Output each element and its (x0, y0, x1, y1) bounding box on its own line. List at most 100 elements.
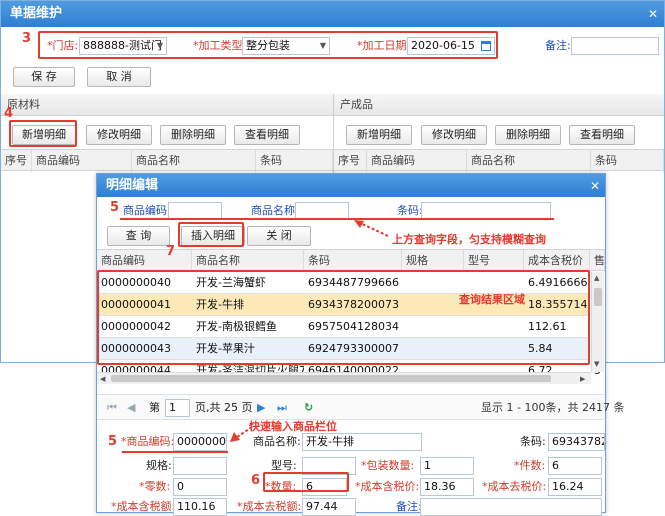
right-grid-header: 序号 商品编码 商品名称 条码 (334, 149, 664, 172)
cost-tax-amount-value: 110.16 (177, 500, 216, 513)
result-scrollbar[interactable]: ▲ ▼ (591, 272, 604, 372)
chevron-down-icon: ▼ (319, 41, 326, 50)
cell-barcode: 6934487799666 (308, 276, 399, 289)
cost-notax-amount-input[interactable]: 97.44 (302, 498, 356, 516)
qty-input[interactable]: 6 (302, 478, 347, 496)
next-page-icon[interactable]: ▶ (257, 400, 265, 416)
cost-tax-price-value: 18.36 (424, 480, 456, 493)
table-row[interactable]: 0000000043 开发-苹果汁 6924793300007 5.84 5 (97, 338, 601, 360)
model-input[interactable] (302, 457, 356, 475)
insert-detail-button[interactable]: 插入明细 (181, 226, 245, 246)
result-h-scrollbar[interactable]: ◀ ▶ (97, 372, 591, 384)
result-col-name[interactable]: 商品名称 (192, 250, 304, 272)
annotation-number-7: 7 (166, 244, 176, 259)
main-window-title: 单据维护 (1, 1, 664, 27)
cost-tax-price-input[interactable]: 18.36 (420, 478, 474, 496)
right-col-name[interactable]: 商品名称 (467, 150, 591, 172)
result-col-sale[interactable]: 售 (590, 250, 605, 272)
cell-name: 开发-南极银鳕鱼 (196, 320, 277, 333)
last-page-icon[interactable]: ⏭ (277, 400, 287, 416)
left-col-barcode[interactable]: 条码 (256, 150, 333, 172)
annotation-number-4: 4 (4, 106, 14, 121)
store-label: *门店: (47, 39, 79, 52)
main-close-icon[interactable]: ✕ (646, 7, 660, 21)
result-col-cost-tax-price[interactable]: 成本含税价 (524, 250, 590, 272)
dialog-title: 明细编辑 (97, 174, 605, 197)
left-col-seq[interactable]: 序号 (1, 150, 32, 172)
left-col-code[interactable]: 商品编码 (32, 150, 132, 172)
left-add-detail-button[interactable]: 新增明细 (12, 125, 76, 145)
name-input-value: 开发-牛排 (306, 435, 354, 448)
close-dialog-button[interactable]: 关 闭 (247, 226, 311, 246)
name-label: 商品名称: (253, 435, 301, 448)
annotation-number-5-bottom: 5 (108, 434, 118, 449)
table-row[interactable]: 0000000042 开发-南极银鳕鱼 6957504128034 112.61… (97, 316, 601, 338)
remark-input[interactable] (571, 37, 659, 55)
cost-notax-price-label: *成本去税价: (482, 480, 547, 493)
date-input-value: 2020-06-15 (411, 39, 475, 52)
cell-name: 开发-苹果汁 (196, 342, 255, 355)
pieces-input[interactable]: 6 (548, 457, 602, 475)
right-delete-detail-button[interactable]: 删除明细 (495, 125, 561, 145)
type-select[interactable]: 整分包装 ▼ (242, 37, 330, 55)
left-col-name[interactable]: 商品名称 (132, 150, 256, 172)
result-col-barcode[interactable]: 条码 (304, 250, 402, 272)
right-col-barcode[interactable]: 条码 (591, 150, 664, 172)
right-col-seq[interactable]: 序号 (334, 150, 367, 172)
calendar-icon[interactable] (481, 41, 491, 51)
right-view-detail-button[interactable]: 查看明细 (569, 125, 635, 145)
cost-notax-amount-label: *成本去税额: (237, 500, 302, 513)
cost-tax-amount-label: *成本含税额: (111, 500, 176, 513)
pager-summary: 显示 1 - 100条，共 2417 条 (481, 401, 625, 414)
cell-cost: 112.61 (528, 320, 567, 333)
annotation-underline-code (122, 451, 228, 453)
scroll-thumb[interactable] (594, 288, 602, 306)
save-button[interactable]: 保 存 (13, 67, 75, 87)
dialog-remark-input[interactable] (420, 498, 602, 516)
loose-input[interactable]: 0 (173, 478, 227, 496)
query-button[interactable]: 查 询 (107, 226, 170, 246)
annotation-number-5-top: 5 (110, 200, 120, 215)
scroll-up-icon[interactable]: ▲ (594, 274, 599, 282)
cell-barcode: 6934378200073 (308, 298, 399, 311)
cost-tax-amount-input[interactable]: 110.16 (173, 498, 227, 516)
code-input-value: 000000004 (177, 435, 226, 448)
cancel-button[interactable]: 取 消 (87, 67, 151, 87)
search-barcode-label: 条码: (397, 204, 423, 217)
barcode-input[interactable]: 693437820 (548, 433, 605, 451)
dialog-close-icon[interactable]: ✕ (588, 179, 602, 193)
refresh-icon[interactable]: ↻ (304, 400, 313, 416)
right-edit-detail-button[interactable]: 修改明细 (421, 125, 487, 145)
pieces-value: 6 (552, 459, 559, 472)
result-col-model[interactable]: 型号 (464, 250, 524, 272)
cell-code: 0000000041 (101, 298, 171, 311)
h-scroll-thumb[interactable] (111, 375, 551, 382)
spec-input[interactable] (173, 457, 227, 475)
cost-notax-price-input[interactable]: 16.24 (548, 478, 602, 496)
name-input[interactable]: 开发-牛排 (302, 433, 422, 451)
code-input[interactable]: 000000004 (173, 433, 227, 451)
store-select[interactable]: 888888-测试门 ▼ (79, 37, 167, 55)
pack-qty-input[interactable]: 1 (420, 457, 474, 475)
left-view-detail-button[interactable]: 查看明细 (234, 125, 300, 145)
annotation-search-hint: 上方查询字段，匀支持模糊查询 (392, 233, 546, 246)
scroll-down-icon[interactable]: ▼ (594, 360, 599, 368)
cell-code: 0000000043 (101, 342, 171, 355)
left-edit-detail-button[interactable]: 修改明细 (86, 125, 152, 145)
first-page-icon[interactable]: ⏮ (107, 400, 117, 416)
result-col-spec[interactable]: 规格 (402, 250, 464, 272)
cost-tax-price-label: *成本含税价: (355, 480, 420, 493)
search-name-label: 商品名称: (251, 204, 299, 217)
prev-page-icon[interactable]: ◀ (127, 400, 135, 416)
pager-page-input[interactable]: 1 (165, 399, 190, 417)
result-col-code[interactable]: 商品编码 (97, 250, 192, 272)
right-col-code[interactable]: 商品编码 (367, 150, 467, 172)
date-input[interactable]: 2020-06-15 (407, 37, 495, 55)
left-delete-detail-button[interactable]: 删除明细 (160, 125, 226, 145)
chevron-down-icon: ▼ (156, 41, 163, 50)
left-grid-header: 序号 商品编码 商品名称 条码 (1, 149, 333, 172)
barcode-input-value: 693437820 (552, 435, 604, 448)
right-add-detail-button[interactable]: 新增明细 (346, 125, 412, 145)
pager-bar: ⏮ ◀ 第 1 页,共 25 页 ▶ ⏭ ↻ 显示 1 - 100条，共 241… (97, 394, 624, 420)
cost-notax-price-value: 16.24 (552, 480, 584, 493)
